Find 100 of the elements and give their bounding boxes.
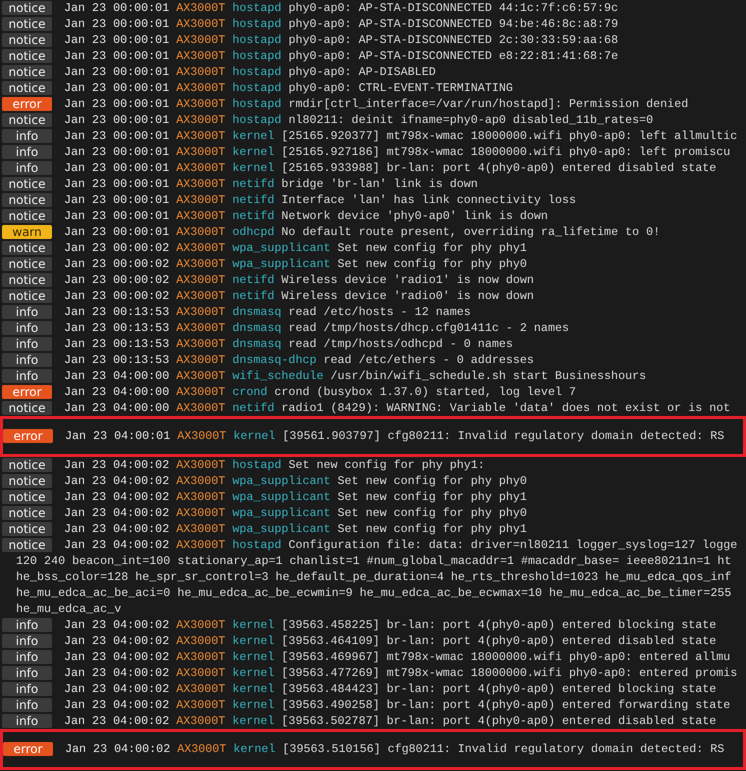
log-timestamp: Jan 23 04:00:02 <box>64 458 170 472</box>
log-timestamp: Jan 23 00:00:01 <box>64 113 170 127</box>
log-timestamp: Jan 23 00:00:01 <box>64 145 170 159</box>
level-badge: warn <box>2 225 52 239</box>
log-source: kernel <box>232 634 274 648</box>
level-badge: notice <box>2 193 52 207</box>
log-source: kernel <box>232 129 274 143</box>
log-host: AX3000T <box>176 289 226 303</box>
log-source: hostapd <box>232 538 282 552</box>
log-host: AX3000T <box>176 538 226 552</box>
level-badge: notice <box>2 273 52 287</box>
log-source: dnsmasq-dhcp <box>232 353 316 367</box>
level-badge: notice <box>2 33 52 47</box>
log-source: crond <box>232 385 268 399</box>
log-timestamp: Jan 23 04:00:02 <box>64 714 170 728</box>
log-message: Wireless device 'radio0' is now down <box>281 289 534 303</box>
log-timestamp: Jan 23 04:00:00 <box>64 369 170 383</box>
log-timestamp: Jan 23 04:00:02 <box>64 538 170 552</box>
log-host: AX3000T <box>176 522 226 536</box>
log-host: AX3000T <box>176 49 226 63</box>
log-source: netifd <box>232 209 274 223</box>
log-timestamp: Jan 23 00:00:01 <box>64 33 170 47</box>
log-host: AX3000T <box>176 698 226 712</box>
log-host: AX3000T <box>176 321 226 335</box>
log-message: phy0-ap0: AP-DISABLED <box>288 65 436 79</box>
log-source: hostapd <box>232 33 282 47</box>
log-message-continuation: he_mu_edca_ac_be_aci=0 he_mu_edca_ac_be_ecwmin=9 he_mu_edca_ac_be_ecwmax=10 he_mu_edca_ac_be_timer=255 <box>15 585 732 601</box>
log-source: kernel <box>232 650 274 664</box>
log-host: AX3000T <box>176 65 226 79</box>
log-host: AX3000T <box>176 129 226 143</box>
level-badge: info <box>2 650 52 664</box>
log-message: rmdir[ctrl_interface=/var/run/hostapd]: Permission denied <box>288 97 688 111</box>
level-badge: notice <box>2 81 52 95</box>
log-host: AX3000T <box>176 193 226 207</box>
log-timestamp: Jan 23 00:13:53 <box>64 337 170 351</box>
log-timestamp: Jan 23 00:00:02 <box>64 241 170 255</box>
level-badge: notice <box>2 490 52 504</box>
log-source: wpa_supplicant <box>232 522 331 536</box>
log-host: AX3000T <box>176 634 226 648</box>
level-badge: info <box>2 714 52 728</box>
log-host: AX3000T <box>176 506 226 520</box>
log-source: hostapd <box>232 1 282 15</box>
level-badge: info <box>2 682 52 696</box>
log-timestamp: Jan 23 00:13:53 <box>64 321 170 335</box>
log-timestamp: Jan 23 04:00:02 <box>64 698 170 712</box>
level-badge: error <box>3 429 53 443</box>
level-badge: notice <box>2 538 52 552</box>
log-source: wpa_supplicant <box>232 241 331 255</box>
level-badge: notice <box>2 113 52 127</box>
log-message: phy0-ap0: CTRL-EVENT-TERMINATING <box>288 81 513 95</box>
log-source: netifd <box>232 273 274 287</box>
log-host: AX3000T <box>176 1 226 15</box>
log-message: phy0-ap0: AP-STA-DISCONNECTED 44:1c:7f:c6:57:9c <box>288 1 618 15</box>
level-badge: info <box>2 666 52 680</box>
log-message: Set new config for phy phy0 <box>338 257 527 271</box>
log-host: AX3000T <box>176 113 226 127</box>
log-host: AX3000T <box>176 369 226 383</box>
log-host: AX3000T <box>176 209 226 223</box>
log-source: dnsmasq <box>232 321 282 335</box>
log-source: hostapd <box>232 65 282 79</box>
level-badge: notice <box>2 49 52 63</box>
log-timestamp: Jan 23 00:00:01 <box>64 177 170 191</box>
level-badge: info <box>2 698 52 712</box>
log-message: Set new config for phy phy1 <box>338 522 527 536</box>
log-source: netifd <box>232 289 274 303</box>
log-message: Set new config for phy phy1 <box>338 241 527 255</box>
log-host: AX3000T <box>176 33 226 47</box>
level-badge: info <box>2 145 52 159</box>
log-timestamp: Jan 23 00:00:01 <box>64 97 170 111</box>
level-badge: info <box>2 305 52 319</box>
level-badge: notice <box>2 1 52 15</box>
log-host: AX3000T <box>176 257 226 271</box>
log-message: phy0-ap0: AP-STA-DISCONNECTED e8:22:81:41:68:7e <box>288 49 618 63</box>
log-message: [39563.490258] br-lan: port 4(phy0-ap0) entered forwarding state <box>281 698 730 712</box>
log-message: phy0-ap0: AP-STA-DISCONNECTED 94:be:46:8c:a8:79 <box>288 17 618 31</box>
log-host: AX3000T <box>176 650 226 664</box>
level-badge: notice <box>2 458 52 472</box>
level-badge: info <box>2 634 52 648</box>
log-timestamp: Jan 23 04:00:00 <box>64 401 170 415</box>
log-source: netifd <box>232 177 274 191</box>
level-badge: notice <box>2 65 52 79</box>
log-message: phy0-ap0: AP-STA-DISCONNECTED 2c:30:33:59:aa:68 <box>288 33 618 47</box>
log-message: [39563.469967] mt798x-wmac 18000000.wifi phy0-ap0: entered allmu <box>281 650 730 664</box>
log-source: netifd <box>232 193 274 207</box>
log-message: [39563.477269] mt798x-wmac 18000000.wifi phy0-ap0: entered promis <box>281 666 738 680</box>
log-message: Interface 'lan' has link connectivity loss <box>281 193 576 207</box>
log-message: nl80211: deinit ifname=phy0-ap0 disabled_11b_rates=0 <box>288 113 654 127</box>
log-timestamp: Jan 23 00:00:01 <box>64 193 170 207</box>
log-source: kernel <box>232 666 274 680</box>
log-host: AX3000T <box>176 225 226 239</box>
log-message-continuation: he_mu_edca_ac_v <box>15 601 122 617</box>
log-source: wpa_supplicant <box>232 490 331 504</box>
log-host: AX3000T <box>176 401 226 415</box>
log-timestamp: Jan 23 00:00:01 <box>64 209 170 223</box>
log-message: [39563.458225] br-lan: port 4(phy0-ap0) entered blocking state <box>281 618 716 632</box>
log-timestamp: Jan 23 00:00:01 <box>64 65 170 79</box>
log-source: kernel <box>232 698 274 712</box>
log-message-continuation: 120 240 beacon_int=100 stationary_ap=1 chanlist=1 #num_global_macaddr=1 #macaddr_base= ieee80211n=1 ht <box>15 553 732 569</box>
level-badge: info <box>2 369 52 383</box>
level-badge: info <box>2 161 52 175</box>
